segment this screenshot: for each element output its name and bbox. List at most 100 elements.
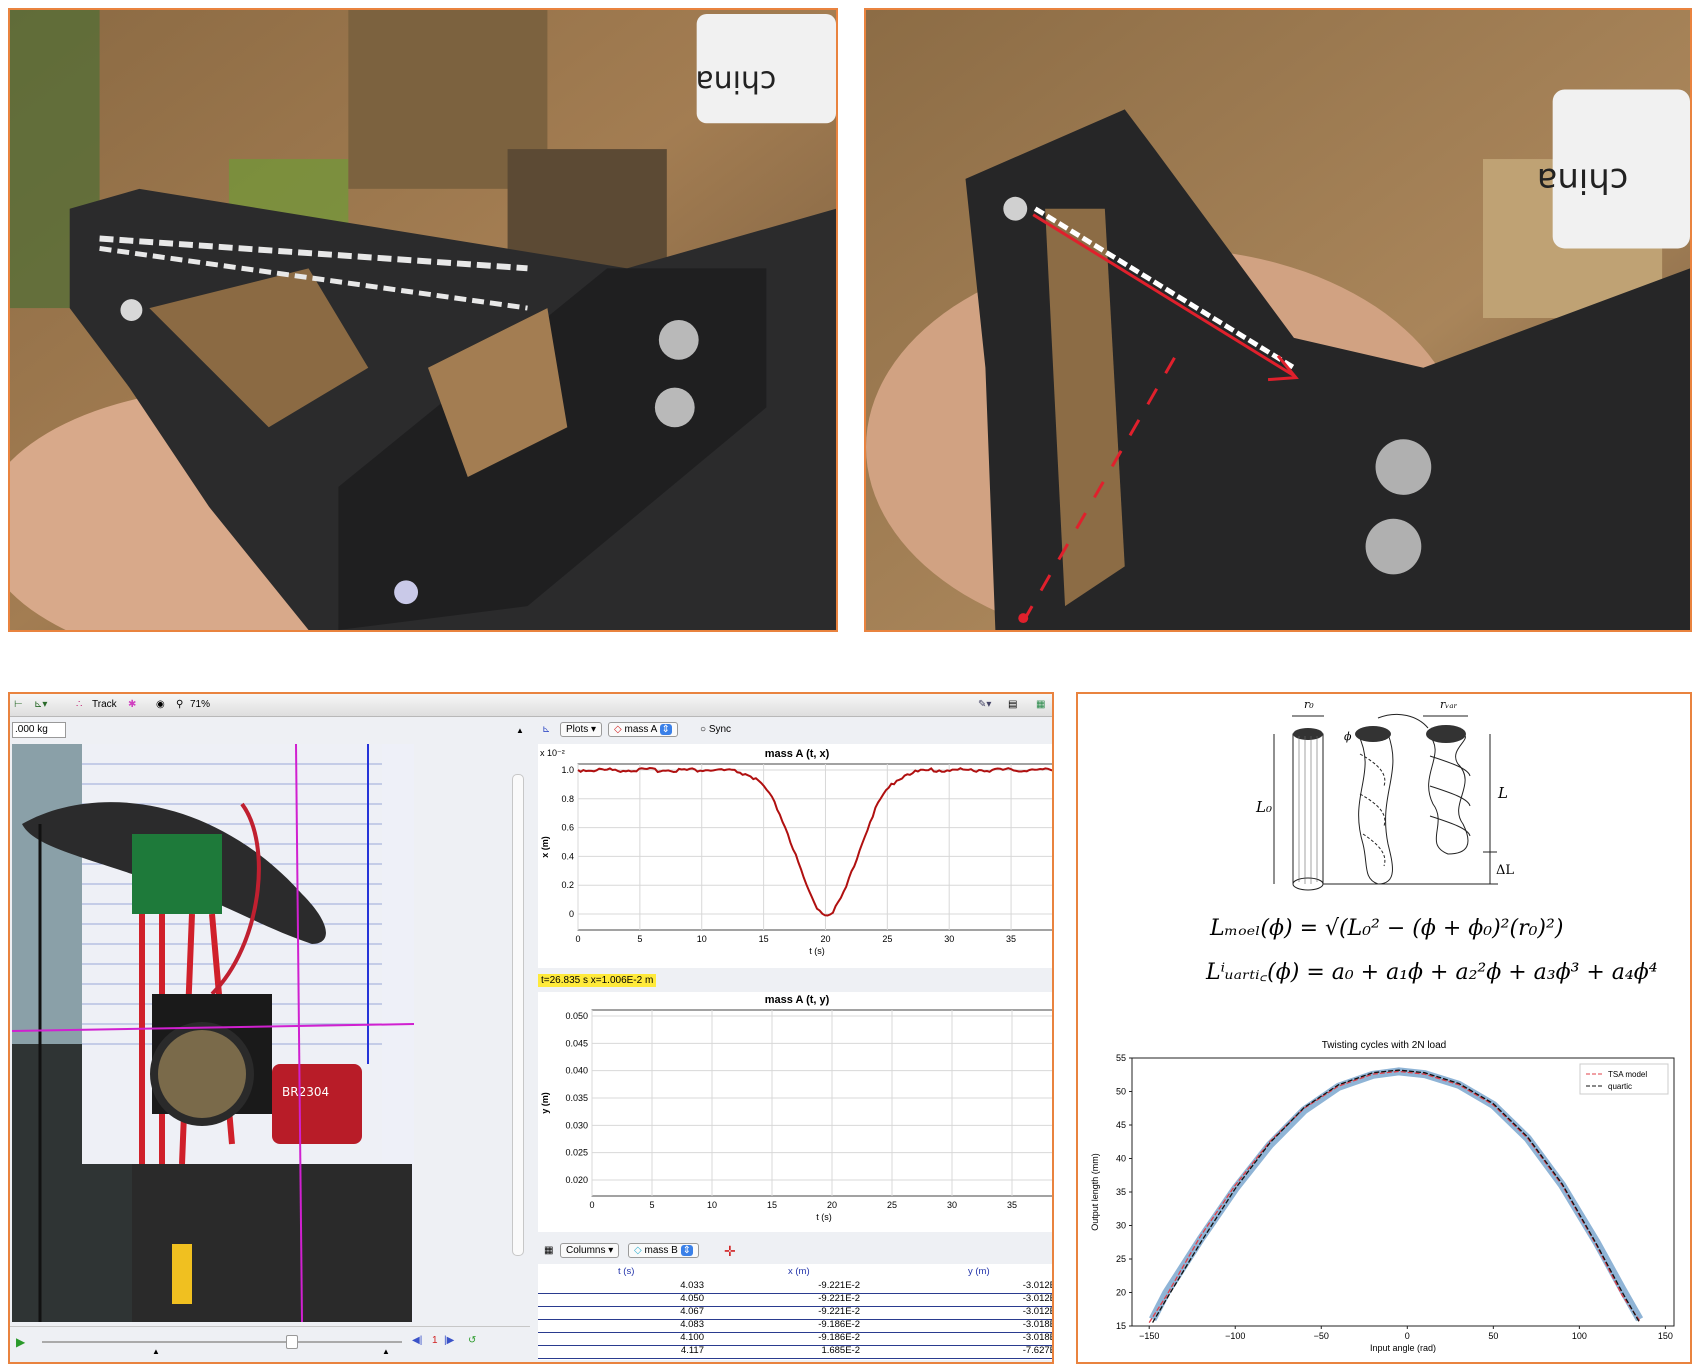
loop-icon[interactable]: ↺ [468,1335,476,1346]
y-tick-label: 0.8 [561,794,574,804]
x-tick-label: 150 [1658,1331,1673,1341]
video-scrollbar[interactable] [512,774,524,1256]
grid-icon[interactable]: ▦ [1036,699,1045,710]
sync-checkbox[interactable]: ○ Sync [700,724,731,735]
mass-diamond-icon: ◇ [614,724,622,735]
y-tick-label: 0.6 [561,823,574,833]
calibration-icon[interactable]: ⊾▾ [34,699,47,710]
y-tick-label: 35 [1116,1187,1126,1197]
x-axis-label: Input angle (rad) [1370,1343,1436,1353]
columns-toolbar: ▦ Columns ▾ ◇ mass B ⇕ ✛ [538,1241,1052,1263]
plots-button[interactable]: Plots ▾ [560,722,603,737]
pencil-icon[interactable]: ✎▾ [978,699,991,710]
label-delta-L: ΔL [1496,863,1514,878]
y-axis-label: x (m) [540,836,550,858]
table-row[interactable]: 4.050 -9.221E-2 -3.012E [538,1293,1054,1307]
table-row[interactable]: 4.117 1.685E-2 -7.627E [538,1345,1054,1359]
x-tick-label: 20 [820,934,830,944]
columns-button-label: Columns [566,1245,606,1256]
playback-slider-handle[interactable] [286,1335,298,1349]
x-tick-label: 15 [767,1200,777,1210]
object-selector-label: mass A [624,724,657,735]
add-column-icon[interactable]: ✛ [724,1243,736,1260]
axes-icon[interactable]: ⊢ [14,699,23,710]
step-forward-icon[interactable]: |▶ [444,1335,454,1346]
x-tick-label: 5 [637,934,642,944]
x-tick-label: 35 [1007,1200,1017,1210]
table-cell: -9.221E-2 [818,1280,860,1291]
video-frame: BR2304 [12,744,414,1322]
data-table: t (s) x (m) y (m) 4.033 -9.221E-2 -3.012E 4… [538,1264,1054,1360]
x-axis-label: t (s) [816,1212,832,1222]
table-cell: 1.685E-2 [821,1345,860,1356]
notes-icon[interactable]: ▤ [1008,699,1017,710]
table-cell: -3.012E [1022,1293,1054,1304]
plot-mass-a-y[interactable]: mass A (t, y) 0.050 0.045 0.040 0.035 0.030 0… [538,992,1052,1232]
plot-x-canvas: 1.0 0.8 0.6 0.4 0.2 0 0 5 10 15 20 25 30 35 t (s) x (m) [540,763,1052,956]
table-row[interactable]: 4.033 -9.221E-2 -3.012E [538,1280,1052,1294]
table-cell: 4.067 [680,1306,704,1317]
column-header-y[interactable]: y (m) [968,1266,990,1277]
label-L0: L₀ [1255,798,1272,816]
cursor-readout: t=26.835 s x=1.006E-2 m [538,974,657,987]
y-tick-label: 20 [1116,1288,1126,1298]
visibility-icon[interactable]: ◉ [156,699,165,710]
sync-label: Sync [708,724,732,735]
x-tick-label: −100 [1225,1331,1245,1341]
table-row[interactable]: 4.100 -9.186E-2 -3.018E [538,1332,1052,1346]
label-L: L [1497,784,1508,802]
x-tick-label: 100 [1572,1331,1587,1341]
table-object-label: mass B [644,1245,678,1256]
mass-field[interactable]: .000 kg [12,722,66,738]
y-tick-label: 0.2 [561,880,574,890]
table-cell: -9.221E-2 [818,1306,860,1317]
start-marker-icon[interactable]: ▲ [152,1347,160,1356]
autotracker-icon[interactable]: ✱ [128,699,136,710]
y-tick-label: 0 [569,909,574,919]
play-icon[interactable]: ▶ [16,1335,25,1349]
frame-number[interactable]: 1 [432,1335,438,1346]
twisting-cycles-chart: 15 20 25 30 35 40 45 50 55 −150 −100 −50 0 50 100 150 In… [1090,1053,1675,1353]
y-tick-label: 30 [1116,1221,1126,1231]
zoom-icon[interactable]: ⚲ [176,699,183,710]
playback-bar: ▶ ▲ ▲ ◀| 1 |▶ ↺ [10,1326,530,1362]
video-image: BR2304 [12,744,414,1322]
table-icon: ▦ [544,1245,554,1256]
y-axis-label: y (m) [540,1092,550,1114]
x-tick-label: −50 [1314,1331,1329,1341]
x-tick-label: 10 [697,934,707,944]
stepper-icon: ⇕ [680,1245,693,1256]
collapse-up-icon[interactable]: ▲ [516,726,524,735]
tracker-app-window: ⊢ ⊾▾ ∴ Track ✱ ◉ ⚲ 71% ✎▾ ▤ ▦ .000 kg ▲ [8,692,1054,1364]
tracker-toolbar: ⊢ ⊾▾ ∴ Track ✱ ◉ ⚲ 71% ✎▾ ▤ ▦ [10,694,1052,717]
photo-actuator-twisted-image: china [866,10,1690,630]
table-row[interactable]: 4.083 -9.186E-2 -3.018E [538,1319,1052,1333]
table-object-selector[interactable]: ◇ mass B ⇕ [628,1243,699,1258]
columns-button[interactable]: Columns ▾ [560,1243,620,1258]
plot-mass-a-x[interactable]: mass A (t, x) x 10⁻² 1.0 0.8 0.6 0.4 0.2 0 0 5 1… [538,744,1052,968]
object-selector[interactable]: ◇ mass A ⇕ [608,722,678,737]
step-back-icon[interactable]: ◀| [412,1335,422,1346]
zoom-level[interactable]: 71% [190,699,210,710]
motor-label: BR2304 [282,1085,329,1099]
label-rvar: rᵥₐᵣ [1440,698,1457,711]
y-tick-label: 15 [1116,1321,1126,1331]
x-tick-label: 15 [759,934,769,944]
track-button[interactable]: Track [92,699,117,710]
column-header-t[interactable]: t (s) [618,1266,634,1277]
track-icon[interactable]: ∴ [76,699,82,710]
table-cell: -7.627E [1022,1345,1054,1356]
table-row[interactable]: 4.067 -9.221E-2 -3.012E [538,1306,1054,1320]
column-header-x[interactable]: x (m) [788,1266,810,1277]
y-tick-label: 0.050 [565,1011,588,1021]
table-cell: -3.012E [1022,1306,1054,1317]
x-tick-label: 30 [944,934,954,944]
table-cell: -9.221E-2 [818,1293,860,1304]
y-tick-label: 50 [1116,1087,1126,1097]
y-tick-label: 0.040 [565,1066,588,1076]
end-marker-icon[interactable]: ▲ [382,1347,390,1356]
table-cell: -9.186E-2 [818,1332,860,1343]
playback-slider[interactable] [42,1341,402,1343]
table-cell: 4.050 [680,1293,704,1304]
equation-quartic: Lⁱᵤₐᵣₜᵢ꜀(ϕ) = a₀ + a₁ϕ + a₂²ϕ + a₃ϕ³ + a… [1206,960,1658,985]
